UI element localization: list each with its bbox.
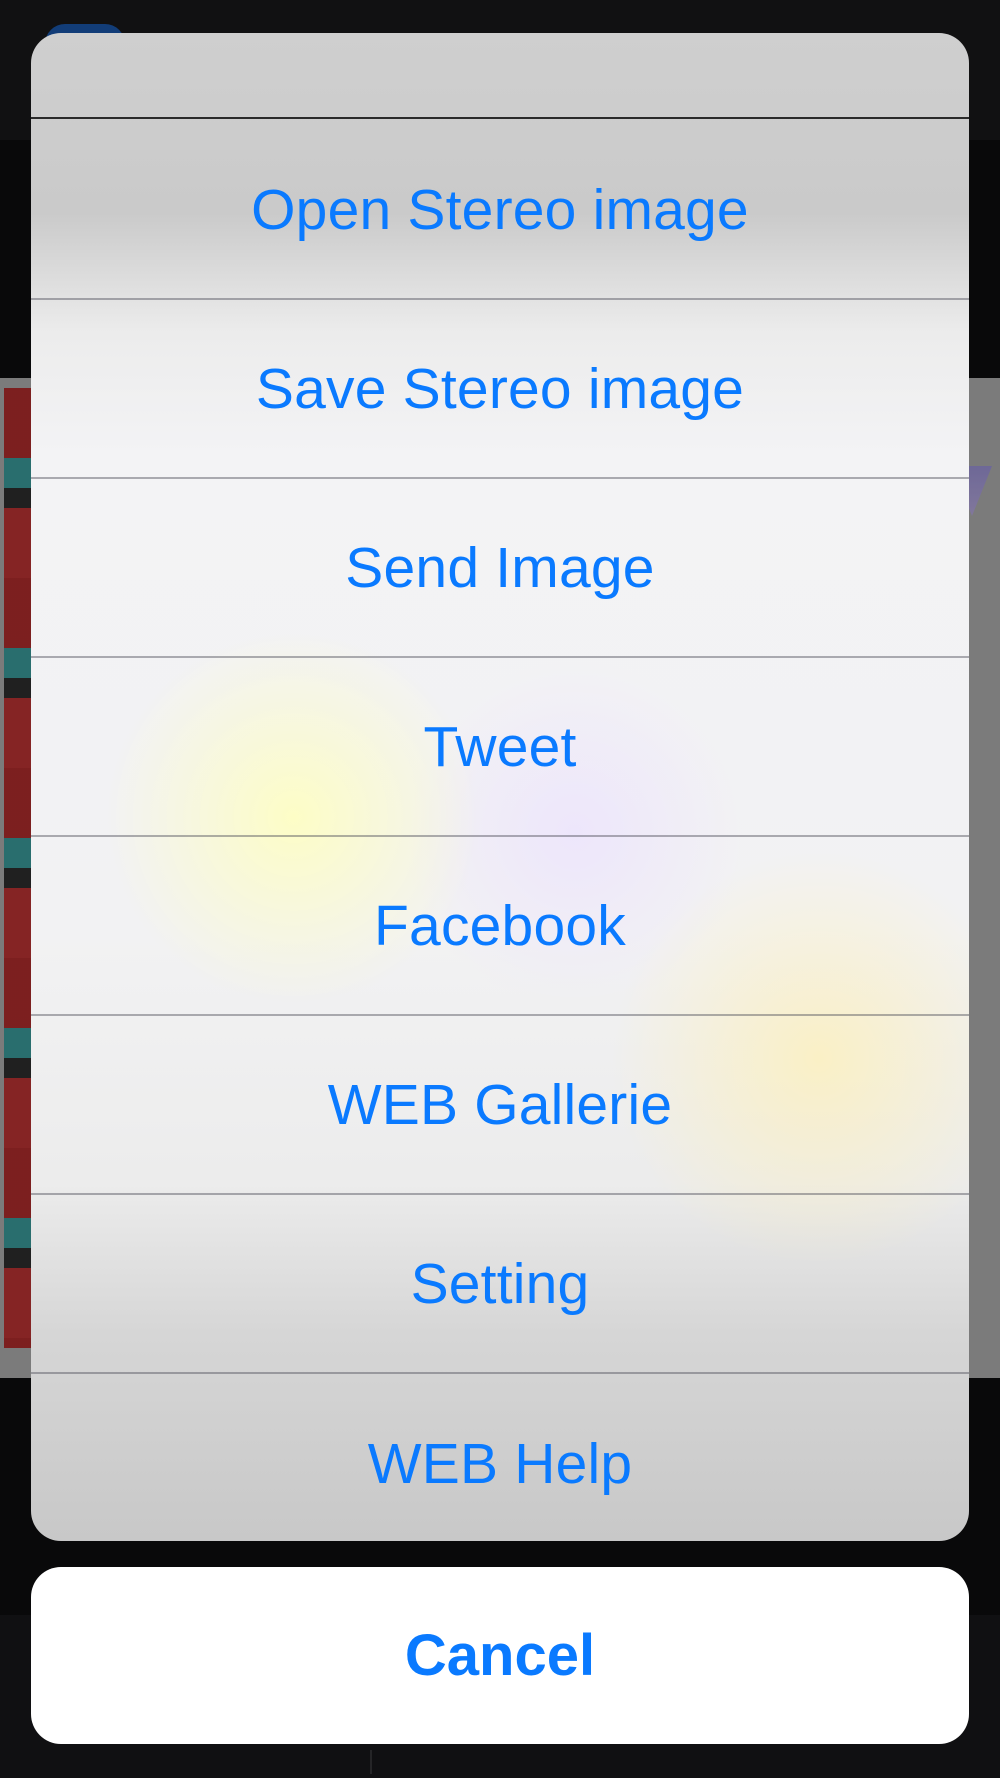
facebook-button[interactable]: Facebook [31,837,969,1016]
send-image-button[interactable]: Send Image [31,479,969,658]
open-stereo-image-button[interactable]: Open Stereo image [31,121,969,300]
tweet-button[interactable]: Tweet [31,658,969,837]
setting-button[interactable]: Setting [31,1195,969,1374]
action-sheet: Open Stereo image Save Stereo image Send… [31,33,969,1541]
cancel-button[interactable]: Cancel [31,1567,969,1744]
web-gallerie-button[interactable]: WEB Gallerie [31,1016,969,1195]
web-help-button[interactable]: WEB Help [31,1374,969,1541]
save-stereo-image-button[interactable]: Save Stereo image [31,300,969,479]
action-sheet-header [31,33,969,119]
